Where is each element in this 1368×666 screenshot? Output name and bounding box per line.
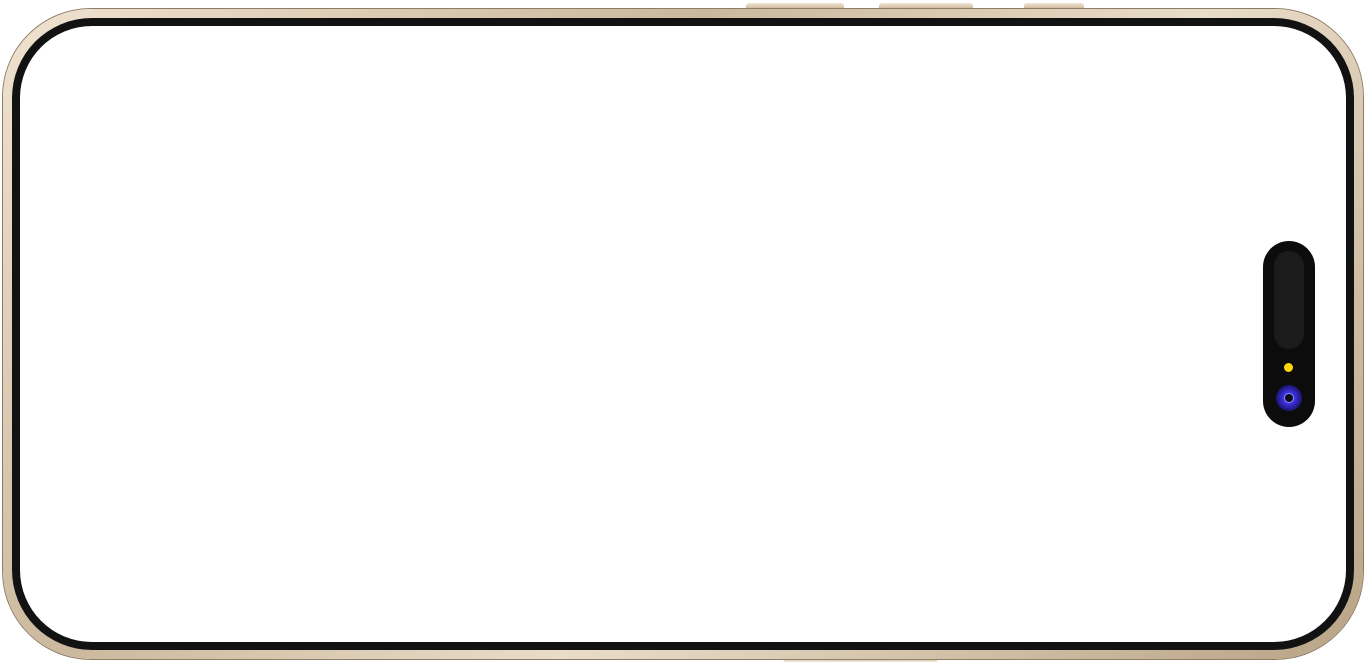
device-bezel bbox=[12, 18, 1354, 650]
camera-lens bbox=[1285, 394, 1293, 402]
dynamic-island bbox=[1263, 241, 1315, 427]
device-mockup bbox=[0, 0, 1368, 666]
island-sensor-area bbox=[1274, 251, 1304, 349]
front-camera-icon bbox=[1276, 385, 1302, 411]
device-screen[interactable] bbox=[20, 26, 1346, 642]
privacy-indicator-icon bbox=[1284, 363, 1293, 372]
device-frame bbox=[3, 9, 1363, 659]
